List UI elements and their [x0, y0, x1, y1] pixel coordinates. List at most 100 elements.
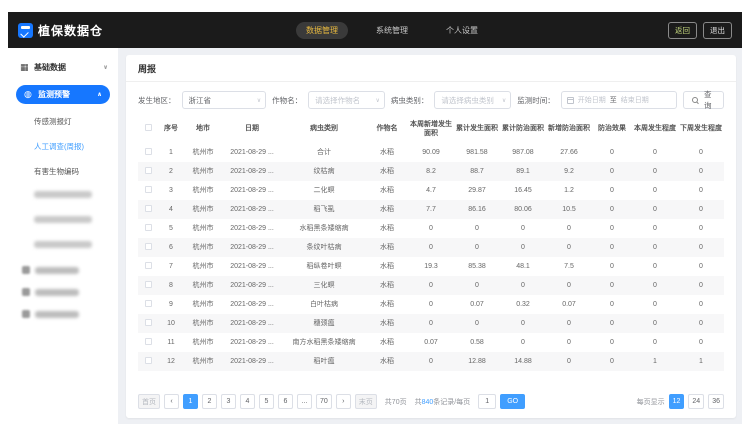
sidebar-item-basic-data[interactable]: 基础数据 ∨	[20, 62, 108, 73]
row-checkbox[interactable]	[145, 281, 152, 288]
table-cell: 杭州市	[184, 276, 222, 295]
sidebar-item-redacted[interactable]	[22, 288, 108, 296]
sidebar-bottom-group	[8, 266, 118, 318]
table-cell: 11	[158, 333, 184, 352]
row-checkbox[interactable]	[145, 262, 152, 269]
nav-data-management[interactable]: 数据管理	[296, 22, 348, 39]
row-checkbox[interactable]	[145, 167, 152, 174]
sidebar-item-redacted[interactable]	[34, 216, 92, 223]
table-cell: 0	[408, 276, 454, 295]
row-checkbox[interactable]	[145, 300, 152, 307]
chevron-up-icon: ∧	[97, 91, 102, 98]
table-cell: 8	[158, 276, 184, 295]
table-cell: 水稻	[366, 181, 408, 200]
search-icon	[692, 97, 698, 103]
table-cell: 0	[408, 238, 454, 257]
page-jump-input[interactable]	[478, 394, 496, 409]
next-page-button[interactable]: ›	[336, 394, 351, 409]
page-size-label: 每页显示	[637, 397, 665, 407]
row-checkbox[interactable]	[145, 224, 152, 231]
page-number-button[interactable]: 2	[202, 394, 217, 409]
region-select[interactable]: 浙江省 ∨	[182, 91, 267, 109]
table-cell: 0	[632, 257, 678, 276]
table-cell: 3	[158, 181, 184, 200]
table-cell: 9	[158, 295, 184, 314]
table-cell: 水稻	[366, 276, 408, 295]
sidebar-item-pest-code[interactable]: 有害生物编码	[34, 166, 108, 177]
row-checkbox[interactable]	[145, 243, 152, 250]
page-size-button[interactable]: 12	[669, 394, 685, 409]
screen: 植保数据仓 数据管理 系统管理 个人设置 返回 退出 基础数据 ∨ 监测预警 ∧	[0, 0, 750, 440]
table-cell: 0	[546, 276, 592, 295]
table-cell: 1	[158, 143, 184, 162]
search-button[interactable]: 查询	[683, 91, 725, 109]
table-cell: 0	[500, 333, 546, 352]
exit-button[interactable]: 退出	[703, 22, 732, 39]
nav-system-management[interactable]: 系统管理	[366, 22, 418, 39]
date-range-picker[interactable]: 开始日期 至 结束日期	[561, 91, 677, 109]
app-body: 基础数据 ∨ 监测预警 ∧ 传感测报灯 人工调查(周报) 有害生物编码	[8, 48, 742, 424]
table-cell: 水稻黑条矮缩病	[282, 219, 366, 238]
page-number-button[interactable]: 6	[278, 394, 293, 409]
col-next-week: 下周发生程度	[678, 117, 724, 143]
table-cell: 水稻	[366, 257, 408, 276]
sidebar-item-monitor-warning[interactable]: 监测预警 ∧	[16, 85, 110, 104]
table-cell: 杭州市	[184, 238, 222, 257]
report-table: 序号 地市 日期 病虫类别 作物名 本周新增发生面积 累计发生面积 累计防治面积…	[138, 117, 724, 371]
main-area: 周报 发生地区： 浙江省 ∨ 作物名： 请选择作物名 ∨ 病虫类别： 请	[118, 48, 742, 424]
page-size-button[interactable]: 36	[708, 394, 724, 409]
report-table-wrap: 序号 地市 日期 病虫类别 作物名 本周新增发生面积 累计发生面积 累计防治面积…	[126, 117, 736, 386]
table-cell: 三化螟	[282, 276, 366, 295]
table-cell: 水稻	[366, 200, 408, 219]
sidebar-item-sensor-lamp[interactable]: 传感测报灯	[34, 116, 108, 127]
table-cell: 0	[592, 333, 632, 352]
row-checkbox[interactable]	[145, 338, 152, 345]
nav-personal-settings[interactable]: 个人设置	[436, 22, 488, 39]
table-cell: 0	[592, 238, 632, 257]
table-cell: 987.08	[500, 143, 546, 162]
table-cell: 水稻	[366, 162, 408, 181]
table-row: 2杭州市2021-08-29 ...纹枯病水稻8.288.789.19.2000	[138, 162, 724, 181]
first-page-button[interactable]: 首页	[138, 394, 160, 409]
pest-select[interactable]: 请选择病虫类别 ∨	[434, 91, 511, 109]
sidebar-item-redacted[interactable]	[22, 310, 108, 318]
table-cell: 90.09	[408, 143, 454, 162]
table-cell: 0	[592, 352, 632, 371]
page-number-button[interactable]: 1	[183, 394, 198, 409]
page-number-button[interactable]: 4	[240, 394, 255, 409]
table-cell: 86.16	[454, 200, 500, 219]
sidebar-item-redacted[interactable]	[34, 191, 92, 198]
back-button[interactable]: 返回	[668, 22, 697, 39]
table-row: 9杭州市2021-08-29 ...白叶枯病水稻00.070.320.07000	[138, 295, 724, 314]
table-cell: 杭州市	[184, 333, 222, 352]
last-page-button[interactable]: 末页	[355, 394, 377, 409]
page-size-button[interactable]: 24	[688, 394, 704, 409]
page-number-button[interactable]: 3	[221, 394, 236, 409]
col-ctrl-effect: 防治效果	[592, 117, 632, 143]
table-cell: 水稻	[366, 333, 408, 352]
page-number-button[interactable]: 70	[316, 394, 332, 409]
row-checkbox[interactable]	[145, 148, 152, 155]
chevron-down-icon: ∨	[502, 97, 506, 104]
generic-icon	[22, 310, 30, 318]
page-number-button[interactable]: 5	[259, 394, 274, 409]
prev-page-button[interactable]: ‹	[164, 394, 179, 409]
table-cell: 1.2	[546, 181, 592, 200]
table-cell: 0	[678, 257, 724, 276]
sidebar-item-manual-survey-weekly[interactable]: 人工调查(周报)	[34, 141, 108, 152]
row-checkbox[interactable]	[145, 319, 152, 326]
table-row: 10杭州市2021-08-29 ...穗颈瘟水稻0000000	[138, 314, 724, 333]
sidebar-item-redacted[interactable]	[34, 241, 92, 248]
page-number-button[interactable]: ...	[297, 394, 312, 409]
row-checkbox[interactable]	[145, 205, 152, 212]
row-checkbox[interactable]	[145, 357, 152, 364]
row-checkbox[interactable]	[145, 186, 152, 193]
crop-select[interactable]: 请选择作物名 ∨	[308, 91, 385, 109]
table-cell: 0	[500, 314, 546, 333]
go-button[interactable]: GO	[500, 394, 525, 409]
table-cell: 8.2	[408, 162, 454, 181]
table-cell: 981.58	[454, 143, 500, 162]
sidebar-item-redacted[interactable]	[22, 266, 108, 274]
table-cell: 0	[546, 238, 592, 257]
select-all-checkbox[interactable]	[145, 124, 152, 131]
